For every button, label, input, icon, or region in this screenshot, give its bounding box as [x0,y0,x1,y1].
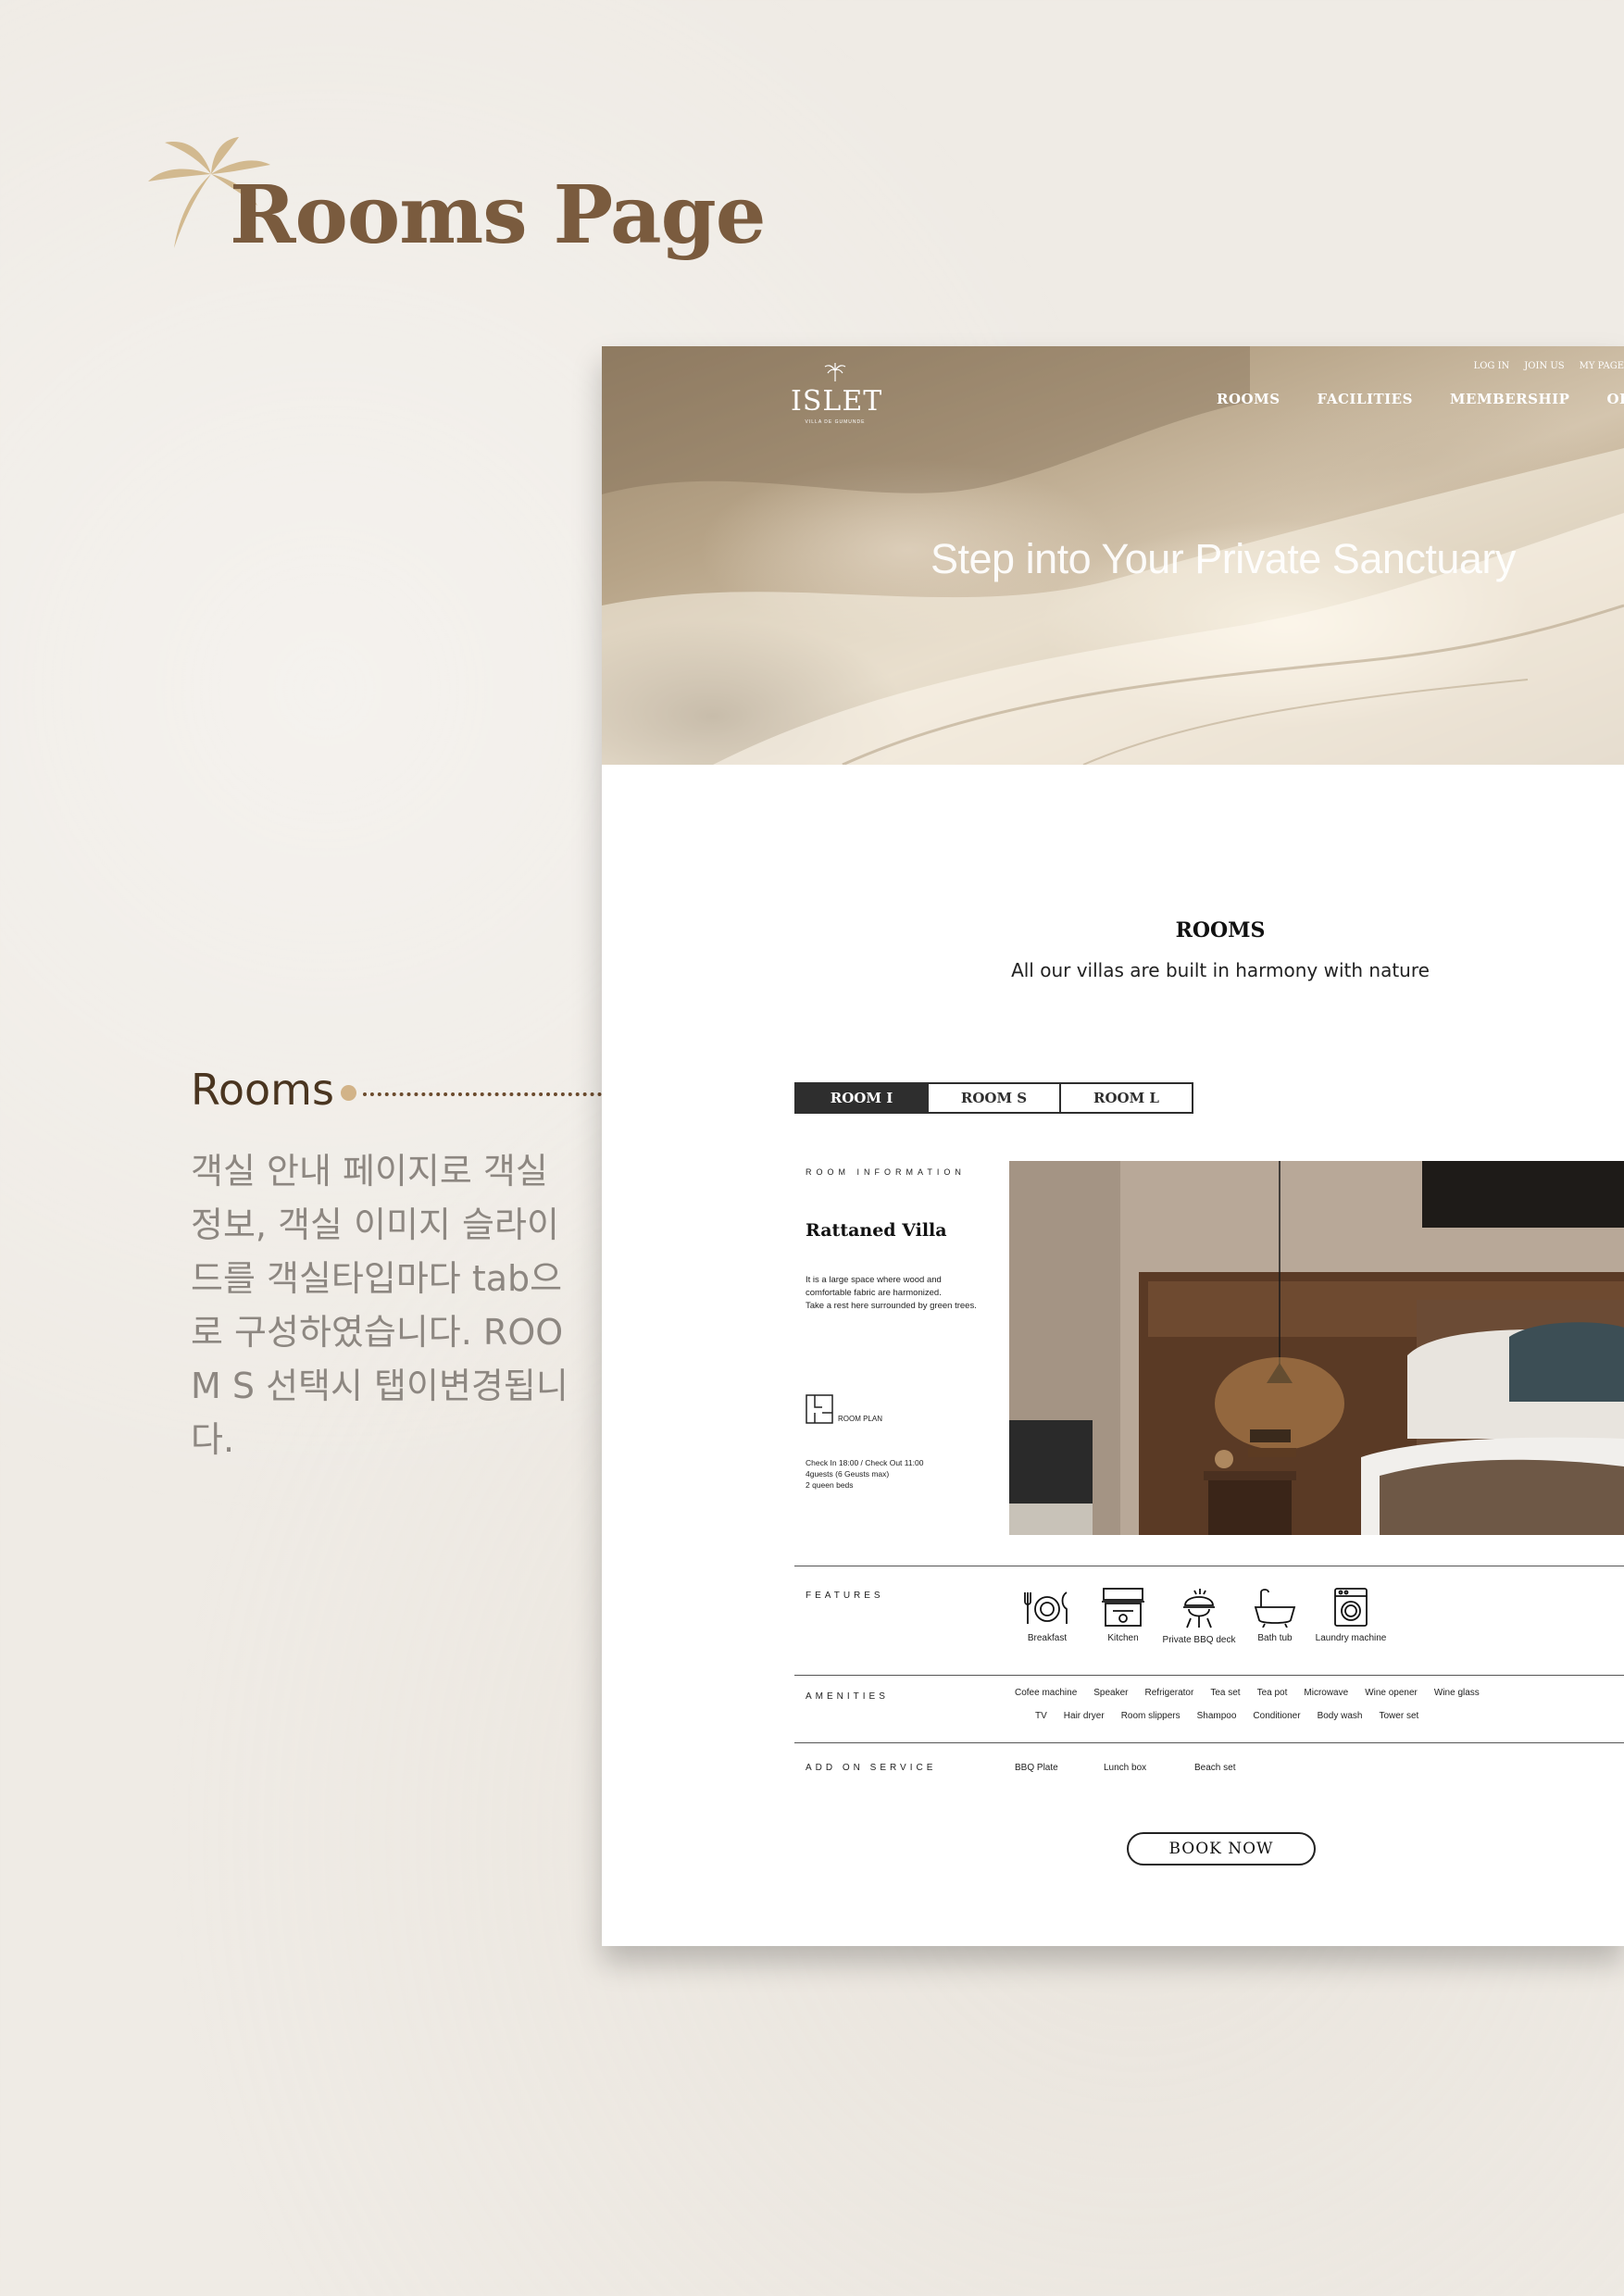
amenity-item: Tower set [1379,1711,1419,1721]
rooms-subheading: All our villas are built in harmony with… [1011,959,1430,981]
feature-label: Breakfast [1027,1633,1068,1643]
website-mockup: ISLET VILLA DE GUMUNDE LOG IN JOIN US MY… [602,346,1624,1946]
brand-subtitle: VILLA DE GUMUNDE [805,419,866,425]
amenities-row: Cofee machine Speaker Refrigerator Tea s… [1015,1688,1480,1698]
washing-machine-icon [1334,1588,1368,1627]
amenity-item: TV [1035,1711,1047,1721]
amenities-label: AMENITIES [806,1691,889,1702]
amenity-item: Speaker [1093,1688,1129,1698]
hero-title: Step into Your Private Sanctuary [931,535,1516,582]
presentation-title: Rooms Page [230,168,766,262]
room-plan-label[interactable]: ROOM PLAN [838,1415,882,1423]
nav-membership[interactable]: MEMBERSHIP [1450,391,1570,407]
amenity-item: Wine glass [1433,1688,1480,1698]
amenity-item: Body wash [1317,1711,1363,1721]
amenity-item: Tea pot [1256,1688,1288,1698]
features-label: FEATURES [806,1591,884,1601]
nav-offer[interactable]: OFFER [1606,391,1624,407]
amenity-item: Wine opener [1365,1688,1418,1698]
amenity-item: Cofee machine [1015,1688,1078,1698]
amenities-row: TV Hair dryer Room slippers Shampoo Cond… [1035,1711,1418,1721]
kitchen-icon [1102,1588,1144,1627]
login-link[interactable]: LOG IN [1474,361,1510,371]
bathtub-icon [1254,1589,1296,1628]
tab-room-s[interactable]: ROOM S [927,1082,1061,1114]
room-tabs: ROOM I ROOM S ROOM L [794,1082,1193,1114]
feature-item: Breakfast [1009,1587,1085,1645]
utility-nav: LOG IN JOIN US MY PAGE [1474,361,1624,371]
villa-description-line: comfortable fabric are harmonized. [806,1288,942,1298]
main-nav: ROOMS FACILITIES MEMBERSHIP OFFER [1217,391,1624,407]
feature-label: Laundry machine [1315,1633,1387,1643]
tab-room-l[interactable]: ROOM L [1059,1082,1193,1114]
room-info-label: ROOM INFORMATION [806,1167,966,1177]
annotation-description: 객실 안내 페이지로 객실 정보, 객실 이미지 슬라이드를 객실타입마다 ta… [191,1151,568,1460]
amenity-item: Hair dryer [1063,1711,1105,1721]
addon-item: Lunch box [1104,1763,1147,1773]
amenity-item: Shampoo [1196,1711,1237,1721]
villa-description: It is a large space where wood and comfo… [806,1274,1009,1313]
hero-banner: ISLET VILLA DE GUMUNDE LOG IN JOIN US MY… [602,346,1624,765]
room-detail-line: 2 queen beds [806,1480,854,1490]
bbq-grill-icon [1183,1589,1215,1628]
section-divider [794,1675,1624,1676]
room-bedroom-image [1009,1161,1624,1535]
mypage-link[interactable]: MY PAGE [1580,361,1624,371]
section-divider [794,1742,1624,1743]
floor-plan-icon[interactable] [806,1394,833,1424]
room-detail-line: 4guests (6 Geusts max) [806,1469,890,1479]
feature-label: Private BBQ deck [1162,1635,1236,1645]
annotation-dot [341,1085,356,1101]
feature-item: Laundry machine [1313,1587,1389,1645]
villa-description-line: It is a large space where wood and [806,1275,942,1285]
features-list: Breakfast Kitchen Private BBQ deck Bath … [1009,1587,1389,1645]
amenity-item: Conditioner [1253,1711,1301,1721]
feature-label: Bath tub [1257,1633,1293,1643]
amenity-item: Refrigerator [1144,1688,1194,1698]
nav-rooms[interactable]: ROOMS [1217,391,1280,407]
villa-name: Rattaned Villa [806,1220,947,1241]
book-now-button[interactable]: BOOK NOW [1127,1832,1316,1866]
feature-item: Private BBQ deck [1161,1587,1237,1645]
rooms-heading: ROOMS [1175,918,1266,942]
feature-item: Bath tub [1237,1587,1313,1645]
room-detail-line: Check In 18:00 / Check Out 11:00 [806,1458,924,1467]
nav-facilities[interactable]: FACILITIES [1318,391,1413,407]
addon-item: Beach set [1194,1763,1236,1773]
room-photo-slide[interactable] [1009,1161,1624,1535]
tab-room-i[interactable]: ROOM I [794,1082,929,1114]
amenity-item: Tea set [1210,1688,1241,1698]
brand-logo[interactable]: ISLET VILLA DE GUMUNDE [791,363,883,425]
room-details: Check In 18:00 / Check Out 11:00 4guests… [806,1457,991,1491]
brand-palm-icon [824,363,846,381]
breakfast-icon [1024,1591,1068,1624]
amenity-item: Room slippers [1120,1711,1181,1721]
villa-description-line: Take a rest here surrounded by green tre… [806,1301,977,1311]
feature-label: Kitchen [1107,1633,1139,1643]
annotation-title: Rooms [191,1065,334,1115]
addon-label: ADD ON SERVICE [806,1763,937,1773]
addon-item: BBQ Plate [1015,1763,1058,1773]
join-link[interactable]: JOIN US [1524,361,1564,371]
brand-name: ISLET [791,385,883,418]
amenity-item: Microwave [1304,1688,1349,1698]
feature-item: Kitchen [1085,1587,1161,1645]
